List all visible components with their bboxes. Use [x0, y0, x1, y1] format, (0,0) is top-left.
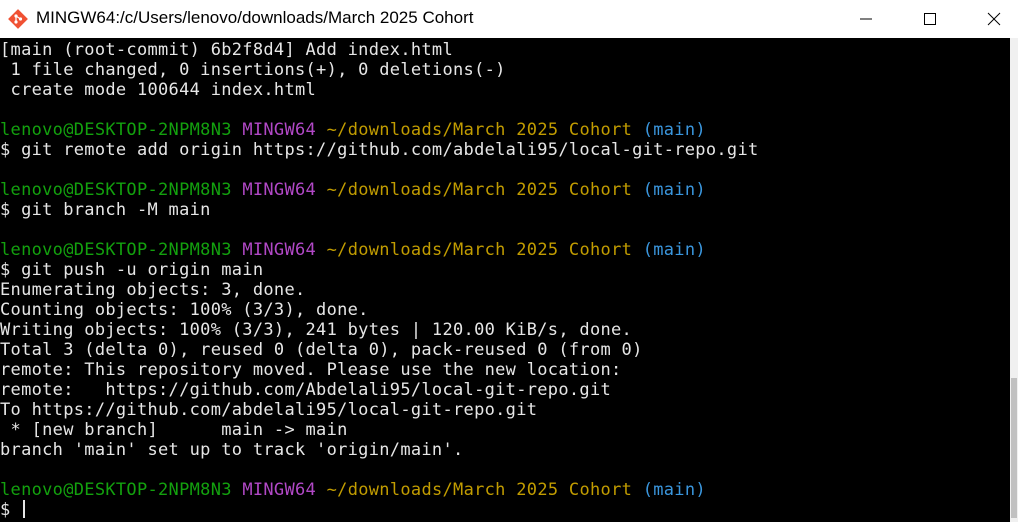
prompt-path: ~/downloads/March 2025 Cohort — [326, 480, 633, 500]
maximize-button[interactable] — [902, 0, 958, 38]
prompt-separator — [316, 180, 327, 200]
input-line: $ — [0, 500, 759, 520]
output-line: branch 'main' set up to track 'origin/ma… — [0, 440, 759, 460]
output-line: Enumerating objects: 3, done. — [0, 280, 759, 300]
prompt-line: lenovo@DESKTOP-2NPM8N3 MINGW64 ~/downloa… — [0, 480, 759, 500]
terminal-lines: [main (root-commit) 6b2f8d4] Add index.h… — [0, 40, 759, 520]
prompt-separator — [316, 240, 327, 260]
output-line: 1 file changed, 0 insertions(+), 0 delet… — [0, 60, 759, 80]
minimize-icon — [860, 18, 872, 20]
close-button[interactable] — [966, 0, 1018, 38]
window-title: MINGW64:/c/Users/lenovo/downloads/March … — [36, 8, 474, 27]
prompt-separator — [232, 180, 243, 200]
output-line: Counting objects: 100% (3/3), done. — [0, 300, 759, 320]
line-text: $ git branch -M main — [0, 200, 211, 220]
line-text: remote: This repository moved. Please us… — [0, 360, 622, 380]
prompt-shell: MINGW64 — [242, 240, 317, 260]
line-text: * [new branch] main -> main — [0, 420, 348, 440]
line-text: branch 'main' set up to track 'origin/ma… — [0, 440, 464, 460]
close-icon — [987, 12, 1001, 26]
terminal-output[interactable]: [main (root-commit) 6b2f8d4] Add index.h… — [0, 38, 1010, 522]
line-text: Total 3 (delta 0), reused 0 (delta 0), p… — [0, 340, 643, 360]
scrollbar[interactable] — [1010, 38, 1018, 522]
line-text: $ — [0, 500, 22, 520]
output-line: Writing objects: 100% (3/3), 241 bytes |… — [0, 320, 759, 340]
prompt-separator — [232, 480, 243, 500]
output-line: $ git push -u origin main — [0, 260, 759, 280]
line-text: Enumerating objects: 3, done. — [0, 280, 306, 300]
output-line: To https://github.com/abdelali95/local-g… — [0, 400, 759, 420]
prompt-user-host: lenovo@DESKTOP-2NPM8N3 — [0, 180, 232, 200]
output-line: remote: https://github.com/Abdelali95/lo… — [0, 380, 759, 400]
prompt-user-host: lenovo@DESKTOP-2NPM8N3 — [0, 240, 232, 260]
prompt-shell: MINGW64 — [242, 120, 317, 140]
line-text: $ git remote add origin https://github.c… — [0, 140, 759, 160]
prompt-separator — [316, 120, 327, 140]
title-bar[interactable]: MINGW64:/c/Users/lenovo/downloads/March … — [0, 0, 1018, 38]
prompt-shell: MINGW64 — [242, 180, 317, 200]
prompt-separator — [232, 240, 243, 260]
prompt-branch: (main) — [642, 480, 706, 500]
git-icon — [8, 9, 28, 29]
prompt-separator — [232, 120, 243, 140]
output-line: * [new branch] main -> main — [0, 420, 759, 440]
prompt-shell: MINGW64 — [242, 480, 317, 500]
prompt-branch: (main) — [642, 240, 706, 260]
prompt-separator — [316, 480, 327, 500]
prompt-user-host: lenovo@DESKTOP-2NPM8N3 — [0, 120, 232, 140]
minimize-button[interactable] — [838, 0, 894, 38]
output-line: create mode 100644 index.html — [0, 80, 759, 100]
line-text: create mode 100644 index.html — [0, 80, 317, 100]
output-line: [main (root-commit) 6b2f8d4] Add index.h… — [0, 40, 759, 60]
prompt-separator — [632, 240, 643, 260]
prompt-path: ~/downloads/March 2025 Cohort — [326, 240, 633, 260]
text-cursor — [23, 500, 26, 518]
output-line: remote: This repository moved. Please us… — [0, 360, 759, 380]
prompt-line: lenovo@DESKTOP-2NPM8N3 MINGW64 ~/downloa… — [0, 120, 759, 140]
line-text: $ git push -u origin main — [0, 260, 264, 280]
prompt-user-host: lenovo@DESKTOP-2NPM8N3 — [0, 480, 232, 500]
output-line: Total 3 (delta 0), reused 0 (delta 0), p… — [0, 340, 759, 360]
prompt-branch: (main) — [642, 180, 706, 200]
line-text: To https://github.com/abdelali95/local-g… — [0, 400, 538, 420]
prompt-line: lenovo@DESKTOP-2NPM8N3 MINGW64 ~/downloa… — [0, 180, 759, 200]
maximize-icon — [924, 13, 936, 25]
line-text: [main (root-commit) 6b2f8d4] Add index.h… — [0, 40, 453, 60]
prompt-line: lenovo@DESKTOP-2NPM8N3 MINGW64 ~/downloa… — [0, 240, 759, 260]
line-text: remote: https://github.com/Abdelali95/lo… — [0, 380, 612, 400]
prompt-separator — [632, 180, 643, 200]
prompt-separator — [632, 480, 643, 500]
line-text: Counting objects: 100% (3/3), done. — [0, 300, 369, 320]
line-text: 1 file changed, 0 insertions(+), 0 delet… — [0, 60, 506, 80]
prompt-separator — [632, 120, 643, 140]
prompt-branch: (main) — [642, 120, 706, 140]
output-line: $ git remote add origin https://github.c… — [0, 140, 759, 160]
line-text: Writing objects: 100% (3/3), 241 bytes |… — [0, 320, 633, 340]
prompt-path: ~/downloads/March 2025 Cohort — [326, 180, 633, 200]
output-line: $ git branch -M main — [0, 200, 759, 220]
scrollbar-thumb[interactable] — [1011, 378, 1017, 518]
prompt-path: ~/downloads/March 2025 Cohort — [326, 120, 633, 140]
